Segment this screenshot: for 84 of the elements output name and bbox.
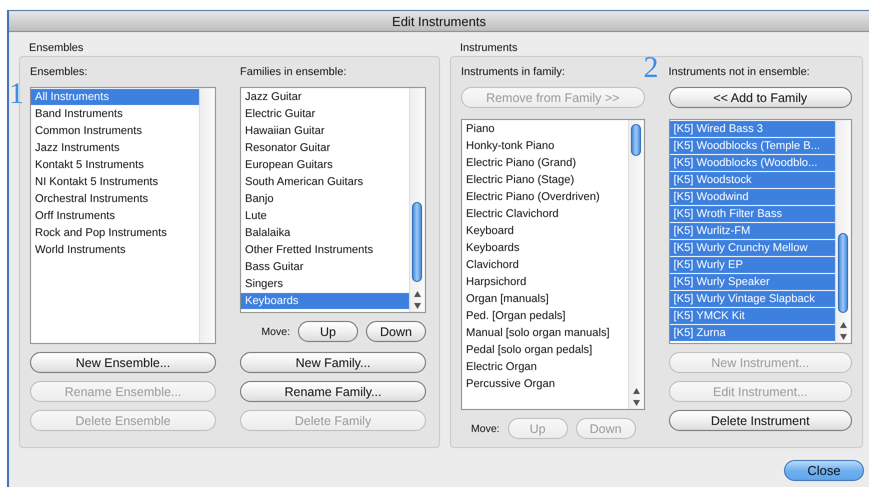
list-item[interactable]: [K5] Wurly Crunchy Mellow bbox=[670, 240, 835, 257]
action-button[interactable]: New Family... bbox=[240, 352, 426, 373]
list-item[interactable]: Orff Instruments bbox=[31, 208, 199, 225]
list-item[interactable]: [K5] Wurly Vintage Slapback bbox=[670, 291, 835, 308]
group-title: Ensembles bbox=[28, 41, 84, 56]
action-button[interactable]: Rename Family... bbox=[240, 381, 426, 402]
list-item[interactable]: Balalaika bbox=[241, 225, 409, 242]
list-item[interactable]: Electric Piano (Grand) bbox=[462, 155, 628, 172]
action-button[interactable]: New Ensemble... bbox=[30, 352, 216, 373]
move-button[interactable]: Down bbox=[366, 321, 426, 342]
list-item[interactable]: Rock and Pop Instruments bbox=[31, 225, 199, 242]
list-item[interactable]: Pedal [solo organ pedals] bbox=[462, 342, 628, 359]
list-item[interactable]: Banjo bbox=[241, 191, 409, 208]
list-item[interactable]: Manual [solo organ manuals] bbox=[462, 325, 628, 342]
scroll-down-arrow-icon[interactable] bbox=[414, 303, 421, 309]
scroll-down-arrow-icon[interactable] bbox=[632, 400, 640, 406]
list-action-button[interactable]: << Add to Family bbox=[668, 87, 852, 108]
scroll-down-arrow-icon[interactable] bbox=[840, 334, 847, 340]
list-item[interactable]: European Guitars bbox=[241, 157, 409, 174]
move-label: Move: bbox=[261, 326, 290, 338]
scroll-thumb[interactable] bbox=[630, 124, 640, 156]
list-item[interactable]: [K5] Woodwind bbox=[670, 189, 835, 206]
list-label: Ensembles: bbox=[30, 65, 88, 79]
list-item[interactable]: Hawaiian Guitar bbox=[241, 123, 409, 140]
list-item[interactable]: Percussive Organ bbox=[462, 376, 628, 393]
list-item[interactable]: Honky-tonk Piano bbox=[462, 138, 628, 155]
list-item[interactable]: Electric Piano (Overdriven) bbox=[462, 189, 628, 206]
list-label: Instruments not in ensemble: bbox=[668, 65, 811, 79]
list-item[interactable]: Band Instruments bbox=[31, 106, 199, 123]
list-item[interactable]: Harpsichord bbox=[462, 274, 628, 291]
list-item[interactable]: Piano bbox=[462, 121, 628, 138]
list-item[interactable]: Electric Piano (Stage) bbox=[462, 172, 628, 189]
action-button[interactable]: Delete Instrument bbox=[668, 410, 852, 431]
list-item[interactable]: Electric Guitar bbox=[241, 106, 409, 123]
list-item[interactable]: Orchestral Instruments bbox=[31, 191, 199, 208]
close-button[interactable]: Close bbox=[784, 460, 864, 481]
list-item[interactable]: Jazz Guitar bbox=[241, 89, 409, 106]
list-item[interactable]: [K5] Woodblocks (Temple B... bbox=[670, 138, 835, 155]
scrollbar[interactable] bbox=[835, 120, 851, 343]
list-item[interactable]: Keyboard bbox=[462, 223, 628, 240]
list-label: Families in ensemble: bbox=[240, 65, 348, 79]
list-item[interactable]: [K5] Wroth Filter Bass bbox=[670, 206, 835, 223]
list-item[interactable]: Jazz Instruments bbox=[31, 140, 199, 157]
list-item[interactable]: NI Kontakt 5 Instruments bbox=[31, 174, 199, 191]
list-item[interactable]: [K5] Woodstock bbox=[670, 172, 835, 189]
step-number: 1 bbox=[9, 79, 24, 109]
list-item[interactable]: Singers bbox=[241, 276, 409, 293]
scroll-thumb[interactable] bbox=[838, 233, 848, 313]
list-item[interactable]: [K5] Wurlitz-FM bbox=[670, 223, 835, 240]
scroll-thumb[interactable] bbox=[412, 202, 422, 282]
list-item[interactable]: Clavichord bbox=[462, 257, 628, 274]
scrollbar[interactable] bbox=[628, 120, 644, 409]
scrollbar[interactable] bbox=[199, 88, 215, 343]
list-label: Instruments in family: bbox=[461, 65, 566, 79]
list-item[interactable]: Keyboards bbox=[241, 293, 409, 310]
list-item[interactable]: [K5] Wurly Speaker bbox=[670, 274, 835, 291]
move-button[interactable]: Up bbox=[298, 321, 358, 342]
scroll-up-arrow-icon[interactable] bbox=[840, 322, 847, 328]
window-title: Edit Instruments bbox=[392, 14, 486, 28]
list-item[interactable]: Kontakt 5 Instruments bbox=[31, 157, 199, 174]
list-item[interactable]: Common Instruments bbox=[31, 123, 199, 140]
list-item[interactable]: World Instruments bbox=[31, 242, 199, 259]
scroll-up-arrow-icon[interactable] bbox=[632, 388, 640, 394]
list-item[interactable]: [K5] Wurly EP bbox=[670, 257, 835, 274]
list-item[interactable]: Electric Organ bbox=[462, 359, 628, 376]
list-item[interactable]: Resonator Guitar bbox=[241, 140, 409, 157]
list-item[interactable]: [K5] YMCK Kit bbox=[670, 308, 835, 325]
list-item[interactable]: South American Guitars bbox=[241, 174, 409, 191]
step-number: 2 bbox=[644, 53, 658, 83]
list-item[interactable]: Ped. [Organ pedals] bbox=[462, 308, 628, 325]
list-item[interactable]: [K5] Wired Bass 3 bbox=[670, 121, 835, 138]
move-label: Move: bbox=[471, 422, 500, 434]
list-item[interactable]: Organ [manuals] bbox=[462, 291, 628, 308]
scroll-up-arrow-icon[interactable] bbox=[414, 291, 421, 297]
list-item[interactable]: Electric Clavichord bbox=[462, 206, 628, 223]
list-item[interactable]: Bass Guitar bbox=[241, 259, 409, 276]
list-item[interactable]: Keyboards bbox=[462, 240, 628, 257]
scrollbar[interactable] bbox=[409, 88, 425, 312]
list-item[interactable]: Lute bbox=[241, 208, 409, 225]
list-item[interactable]: [K5] Zurna bbox=[670, 325, 835, 342]
list-item[interactable]: Other Fretted Instruments bbox=[241, 242, 409, 259]
group-title: Instruments bbox=[459, 41, 518, 56]
list-item[interactable]: [K5] Woodblocks (Woodblo... bbox=[670, 155, 835, 172]
list-item[interactable]: All Instruments bbox=[31, 89, 199, 106]
